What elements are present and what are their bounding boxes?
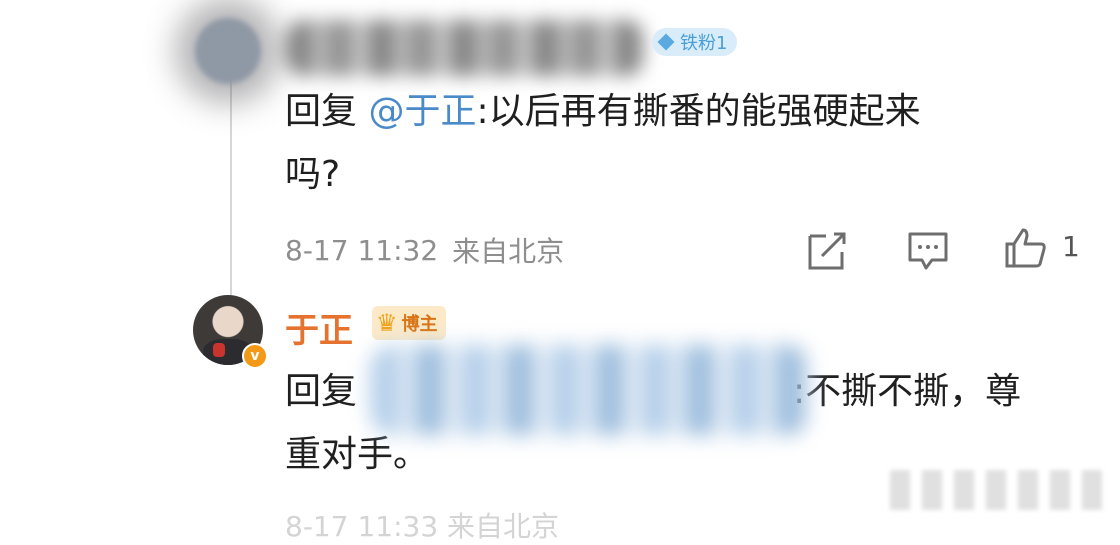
watermark [890, 470, 1108, 510]
blurred-avatar[interactable] [195, 18, 261, 84]
blogger-badge-label: 博主 [401, 314, 438, 335]
like-icon[interactable] [1003, 226, 1047, 270]
comment1-meta: 8-17 11:32 来自北京 [285, 230, 564, 270]
blogger-badge: ♛ 博主 [372, 306, 446, 340]
like-count: 1 [1062, 230, 1080, 263]
comment1-date: 8-17 11:32 [285, 233, 439, 267]
thread-connector-line [230, 70, 232, 295]
reply-prefix: 回复 [285, 371, 358, 412]
comment1-line1: 回复 @于正:以后再有撕番的能强硬起来 [285, 80, 1075, 143]
comment2-line1-rest: :不撕不撕，尊 [793, 371, 1022, 412]
fan-badge: 铁粉1 [652, 28, 738, 56]
crown-icon: ♛ [376, 309, 398, 337]
comment1-reply-text: 回复 @于正:以后再有撕番的能强硬起来 吗? [285, 80, 1075, 206]
share-icon[interactable] [806, 228, 850, 272]
comment1-line2: 吗? [285, 154, 341, 195]
comment2-meta-faded: 8-17 11:33 来自北京 [285, 510, 560, 543]
fan-badge-label: 铁粉1 [680, 33, 728, 54]
comment-icon[interactable] [906, 228, 950, 272]
comment1-location: 来自北京 [452, 235, 565, 268]
comment1-line1-rest: :以后再有撕番的能强硬起来 [476, 91, 921, 132]
avatar-scarf [213, 343, 225, 357]
verified-v-icon: v [242, 343, 268, 369]
diamond-icon [657, 33, 675, 51]
author-name[interactable]: 于正 [285, 303, 353, 352]
reply-prefix: 回复 [285, 91, 358, 132]
mention-link[interactable]: @于正 [368, 91, 476, 132]
blurred-mention [370, 345, 810, 435]
blurred-username [285, 20, 645, 76]
